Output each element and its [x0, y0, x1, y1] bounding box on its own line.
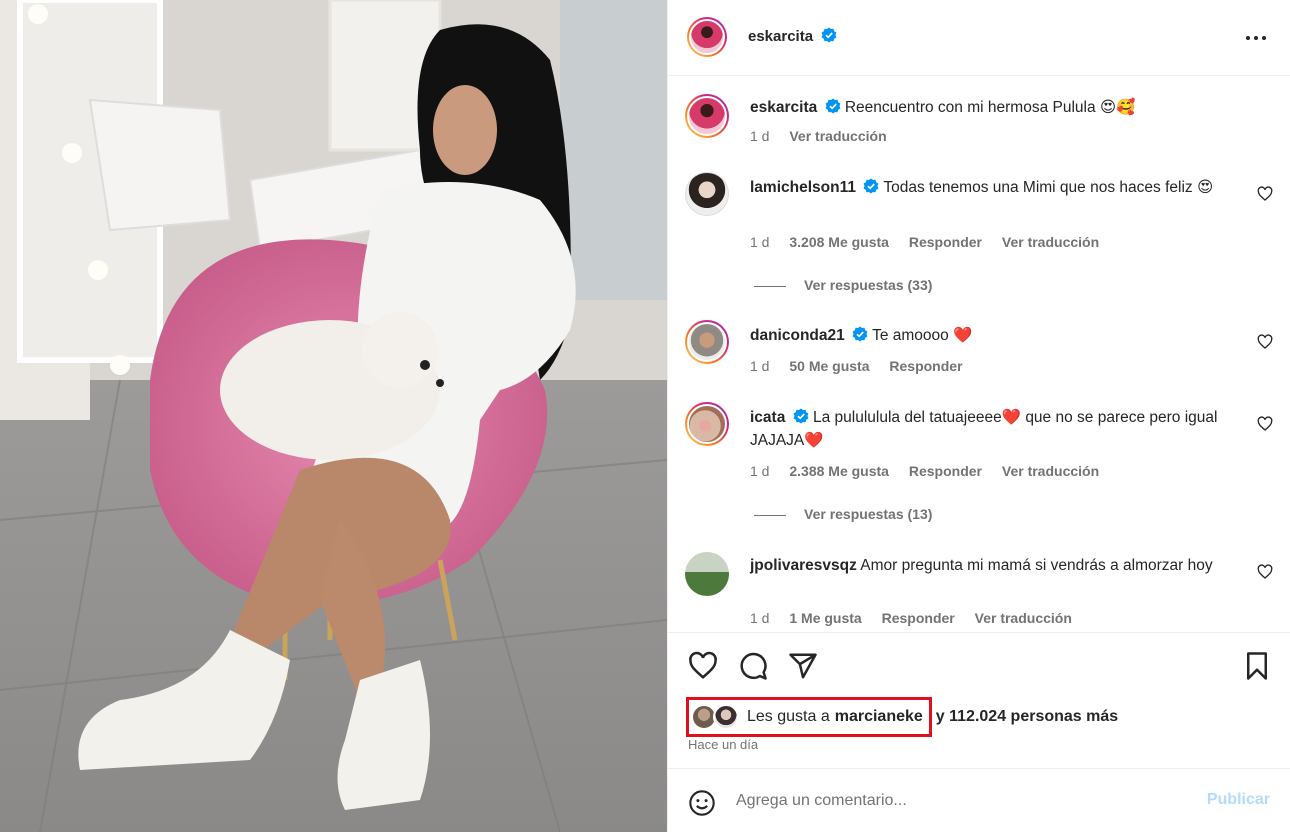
verified-badge-icon — [825, 98, 840, 114]
comment-username[interactable]: jpolivaresvsqz — [750, 557, 857, 574]
translate-link[interactable]: Ver traducción — [1002, 234, 1099, 250]
verified-badge-icon — [821, 27, 836, 43]
caption-text-row: eskarcita Reencuentro con mi hermosa Pul… — [750, 96, 1232, 119]
likes-count[interactable]: y 112.024 personas más — [936, 708, 1118, 726]
post-time[interactable]: Hace un día — [688, 737, 758, 752]
post-header: eskarcita — [668, 0, 1290, 76]
comment-text-row: lamichelson11 Todas tenemos una Mimi que… — [750, 176, 1232, 199]
comment-text-row: jpolivaresvsqz Amor pregunta mi mamá si … — [750, 554, 1232, 577]
comment-composer: Publicar — [668, 768, 1290, 832]
reply-button[interactable]: Responder — [882, 610, 955, 626]
comment-likes[interactable]: 3.208 Me gusta — [789, 234, 889, 250]
comment-time[interactable]: 1 d — [750, 463, 769, 479]
comment-meta: 1 d 2.388 Me gusta Responder Ver traducc… — [750, 463, 1115, 479]
save-bookmark-icon[interactable] — [1242, 651, 1272, 681]
post-panel: eskarcita eskarcita Reencuentro con mi h… — [667, 0, 1290, 832]
emoji-icon[interactable] — [688, 789, 716, 817]
view-replies-button[interactable]: Ver respuestas (13) — [754, 506, 932, 522]
view-replies-label: Ver respuestas (13) — [804, 506, 933, 522]
post-actions: Les gusta a marcianeke y 112.024 persona… — [668, 632, 1290, 768]
comment-username[interactable]: daniconda21 — [750, 327, 845, 344]
comment-time[interactable]: 1 d — [750, 234, 769, 250]
comment-like-heart-icon[interactable] — [1257, 186, 1273, 202]
comment-username[interactable]: icata — [750, 409, 785, 426]
comment-meta: 1 d 1 Me gusta Responder Ver traducción — [750, 610, 1088, 626]
comment-like-heart-icon[interactable] — [1257, 564, 1273, 580]
caption-meta: 1 d Ver traducción — [750, 128, 903, 144]
comment-likes[interactable]: 1 Me gusta — [789, 610, 861, 626]
author-username[interactable]: eskarcita — [748, 28, 813, 45]
author-name-row: eskarcita — [748, 27, 837, 46]
comment-time[interactable]: 1 d — [750, 358, 769, 374]
post-image — [0, 0, 667, 832]
comment-text: La pulululula del tatuajeeee❤️ que no se… — [750, 409, 1218, 449]
replies-divider — [754, 285, 786, 287]
comment-meta: 1 d 3.208 Me gusta Responder Ver traducc… — [750, 234, 1115, 250]
publish-button[interactable]: Publicar — [1207, 791, 1270, 809]
likes-prefix: Les gusta a — [747, 708, 830, 725]
comment-likes[interactable]: 50 Me gusta — [789, 358, 869, 374]
post-photo[interactable] — [0, 0, 667, 832]
view-replies-button[interactable]: Ver respuestas (33) — [754, 277, 932, 293]
caption-avatar[interactable] — [685, 94, 729, 138]
comment-text: Amor pregunta mi mamá si vendrás a almor… — [860, 557, 1213, 574]
caption-time[interactable]: 1 d — [750, 128, 769, 144]
comment-like-heart-icon[interactable] — [1257, 334, 1273, 350]
comment-avatar[interactable] — [685, 320, 729, 364]
liker-username[interactable]: marcianeke — [835, 708, 923, 726]
comment-time[interactable]: 1 d — [750, 610, 769, 626]
replies-divider — [754, 514, 786, 516]
caption-text: Reencuentro con mi hermosa Pulula 😍🥰 — [844, 99, 1136, 116]
comment-likes[interactable]: 2.388 Me gusta — [789, 463, 889, 479]
comments-list[interactable]: eskarcita Reencuentro con mi hermosa Pul… — [668, 76, 1290, 632]
comment-text: Te amoooo ❤️ — [872, 327, 973, 344]
translate-link[interactable]: Ver traducción — [975, 610, 1072, 626]
comment-text-row: daniconda21 Te amoooo ❤️ — [750, 324, 1232, 347]
likes-summary: Les gusta a marcianeke y 112.024 persona… — [686, 697, 1118, 737]
comment-username[interactable]: lamichelson11 — [750, 179, 856, 196]
author-avatar[interactable] — [687, 17, 727, 57]
comment-text: Todas tenemos una Mimi que nos haces fel… — [883, 179, 1214, 196]
translate-link[interactable]: Ver traducción — [1002, 463, 1099, 479]
share-send-icon[interactable] — [788, 651, 818, 681]
verified-badge-icon — [793, 408, 809, 424]
comment-avatar[interactable] — [685, 552, 729, 596]
verified-badge-icon — [852, 326, 868, 342]
more-options-icon[interactable] — [1244, 26, 1268, 50]
likes-highlight-box[interactable]: Les gusta a marcianeke — [686, 697, 932, 737]
view-replies-label: Ver respuestas (33) — [804, 277, 933, 293]
caption-username[interactable]: eskarcita — [750, 99, 817, 116]
comment-meta: 1 d 50 Me gusta Responder — [750, 358, 979, 374]
comment-avatar[interactable] — [685, 402, 729, 446]
comment-input[interactable] — [736, 787, 1176, 815]
reply-button[interactable]: Responder — [889, 358, 962, 374]
verified-badge-icon — [863, 178, 879, 194]
comment-like-heart-icon[interactable] — [1257, 416, 1273, 432]
caption-translate-link[interactable]: Ver traducción — [789, 128, 886, 144]
comment-bubble-icon[interactable] — [738, 651, 768, 681]
reply-button[interactable]: Responder — [909, 234, 982, 250]
reply-button[interactable]: Responder — [909, 463, 982, 479]
like-heart-icon[interactable] — [688, 651, 718, 681]
comment-text-row: icata La pulululula del tatuajeeee❤️ que… — [750, 406, 1232, 452]
liker-avatar — [713, 704, 739, 730]
comment-avatar[interactable] — [685, 172, 729, 216]
